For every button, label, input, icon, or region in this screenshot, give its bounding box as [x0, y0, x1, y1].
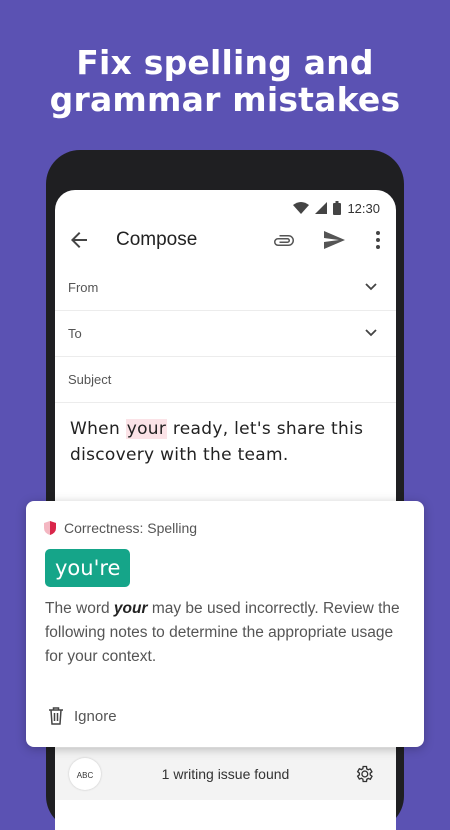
suggestion-description: The word your may be used incorrectly. R… [45, 597, 405, 669]
flagged-word[interactable]: your [125, 419, 168, 439]
body-text-before: When [70, 419, 126, 439]
issues-count[interactable]: 1 writing issue found [55, 766, 396, 782]
more-vert-icon[interactable] [368, 228, 388, 252]
headline-line-2: grammar mistakes [49, 80, 401, 119]
status-time: 12:30 [347, 200, 380, 216]
from-label: From [68, 280, 99, 295]
subject-label: Subject [68, 372, 112, 387]
chevron-down-icon[interactable] [364, 282, 378, 292]
to-field[interactable]: To [55, 310, 396, 357]
page-title: Compose [116, 229, 198, 250]
bottom-bar: ABC 1 writing issue found [55, 748, 396, 800]
suggestion-card: Correctness: Spelling you're The word yo… [26, 501, 424, 747]
paperclip-icon[interactable] [273, 229, 297, 253]
battery-icon [333, 201, 342, 215]
from-field[interactable]: From [55, 264, 396, 311]
category-label: Correctness: Spelling [64, 520, 198, 536]
app-bar: Compose [55, 220, 396, 260]
subject-field[interactable]: Subject [55, 356, 396, 403]
gear-icon[interactable] [354, 764, 374, 784]
desc-word: your [113, 600, 148, 617]
ignore-button[interactable]: Ignore [48, 707, 117, 725]
cell-signal-icon [315, 202, 328, 214]
send-icon[interactable] [322, 228, 346, 252]
headline-line-1: Fix spelling and [76, 43, 374, 82]
ignore-label: Ignore [74, 707, 117, 725]
trash-icon [49, 707, 63, 725]
wifi-icon [293, 202, 310, 214]
desc-pre: The word [45, 600, 114, 617]
back-arrow-icon[interactable] [67, 228, 91, 252]
email-body[interactable]: When your ready, let's share this discov… [70, 416, 380, 468]
to-label: To [68, 326, 82, 341]
status-bar: 12:30 [293, 199, 380, 217]
suggestion-category: Correctness: Spelling [44, 520, 197, 536]
chevron-down-icon[interactable] [364, 328, 378, 338]
promo-headline: Fix spelling and grammar mistakes [0, 44, 450, 118]
shield-icon [44, 521, 56, 535]
suggestion-button[interactable]: you're [45, 549, 131, 587]
